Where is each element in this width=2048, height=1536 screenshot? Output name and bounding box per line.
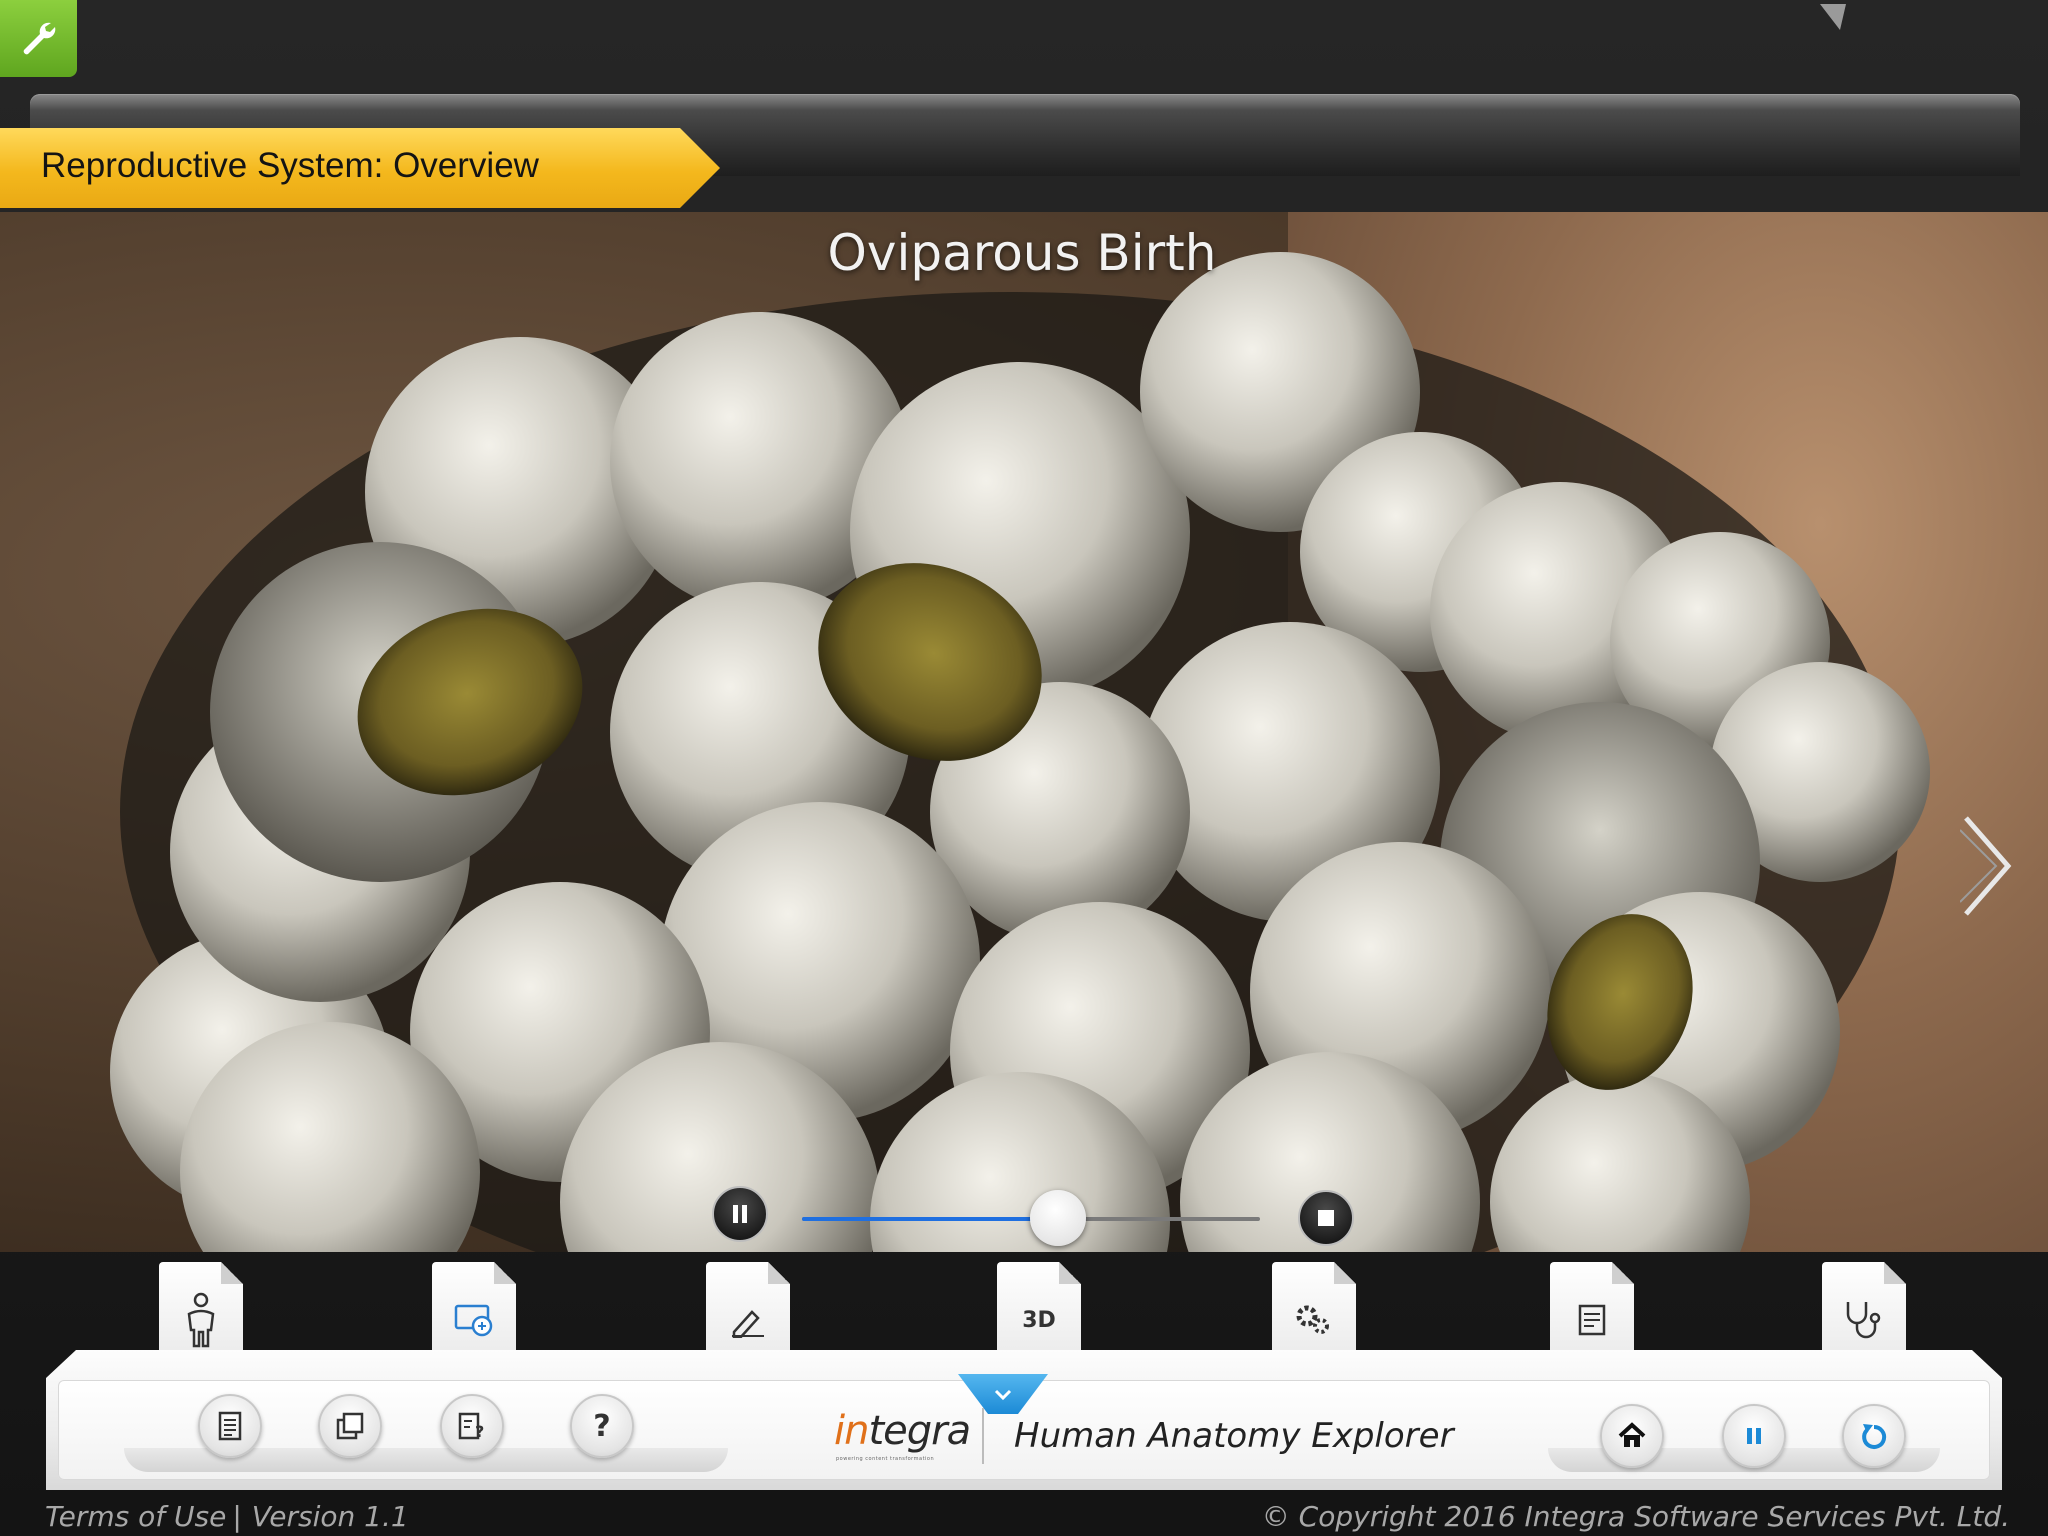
notes-icon: [1578, 1304, 1606, 1336]
chevron-down-icon: [994, 1389, 1012, 1401]
video-stop-button[interactable]: [1298, 1190, 1354, 1246]
human-body-icon: [187, 1292, 215, 1348]
footer-left: Terms of Use | Version 1.1: [45, 1500, 409, 1533]
page-fold: [494, 1262, 516, 1284]
integra-logo: integra: [834, 1408, 971, 1454]
home-icon: [1618, 1422, 1646, 1447]
stop-icon: [1318, 1210, 1334, 1226]
help-icon: ?: [593, 1408, 611, 1444]
version-label: Version 1.1: [251, 1500, 409, 1533]
home-button[interactable]: [1600, 1404, 1664, 1468]
pause-icon: [1747, 1428, 1761, 1444]
section-title: Reproductive System: Overview: [41, 146, 539, 185]
brand-divider: [982, 1408, 984, 1464]
page-fold: [1612, 1262, 1634, 1284]
video-pause-button[interactable]: [712, 1186, 768, 1242]
app-root: Reproductive System: Overview Oviparous …: [0, 0, 2048, 1536]
brand-tagline: powering content transformation: [836, 1456, 935, 1462]
draw-icon: [732, 1310, 764, 1338]
animation-icon: [454, 1304, 493, 1337]
page-fold: [768, 1262, 790, 1284]
video-progress-fill: [802, 1217, 1059, 1221]
wrench-icon: [23, 22, 55, 54]
copyright: © Copyright 2016 Integra Software Servic…: [1261, 1500, 2010, 1533]
settings-tool-button[interactable]: [0, 0, 77, 77]
stage-caption: Oviparous Birth: [827, 224, 1217, 282]
corner-fold-icon: [1820, 4, 1846, 30]
page-fold: [221, 1262, 243, 1284]
quiz-button[interactable]: ?: [440, 1394, 504, 1458]
terms-of-use-link[interactable]: Terms of Use: [45, 1500, 226, 1533]
replay-button[interactable]: [1842, 1404, 1906, 1468]
svg-text:?: ?: [475, 1422, 484, 1441]
pause-icon: [733, 1205, 747, 1223]
page-fold: [1059, 1262, 1081, 1284]
video-stage[interactable]: Oviparous Birth: [0, 212, 2048, 1252]
next-slide-chevron-icon[interactable]: [1960, 812, 2014, 920]
eggs-scene: [110, 252, 1930, 1252]
stethoscope-icon: [1846, 1302, 1881, 1339]
3d-icon: 3D: [1022, 1307, 1056, 1333]
gallery-button[interactable]: [318, 1394, 382, 1458]
page-fold: [1334, 1262, 1356, 1284]
help-button[interactable]: ?: [570, 1394, 634, 1458]
pause-button[interactable]: [1722, 1404, 1786, 1468]
page-fold: [1884, 1262, 1906, 1284]
app-name: Human Anatomy Explorer: [1014, 1416, 1454, 1456]
quiz-icon: ?: [458, 1412, 484, 1441]
gears-icon: [1296, 1305, 1329, 1334]
replay-icon: [1862, 1424, 1887, 1449]
contents-button[interactable]: [198, 1394, 262, 1458]
pages-icon: [336, 1412, 364, 1440]
footer-divider: |: [232, 1500, 242, 1533]
document-icon: [218, 1411, 242, 1441]
